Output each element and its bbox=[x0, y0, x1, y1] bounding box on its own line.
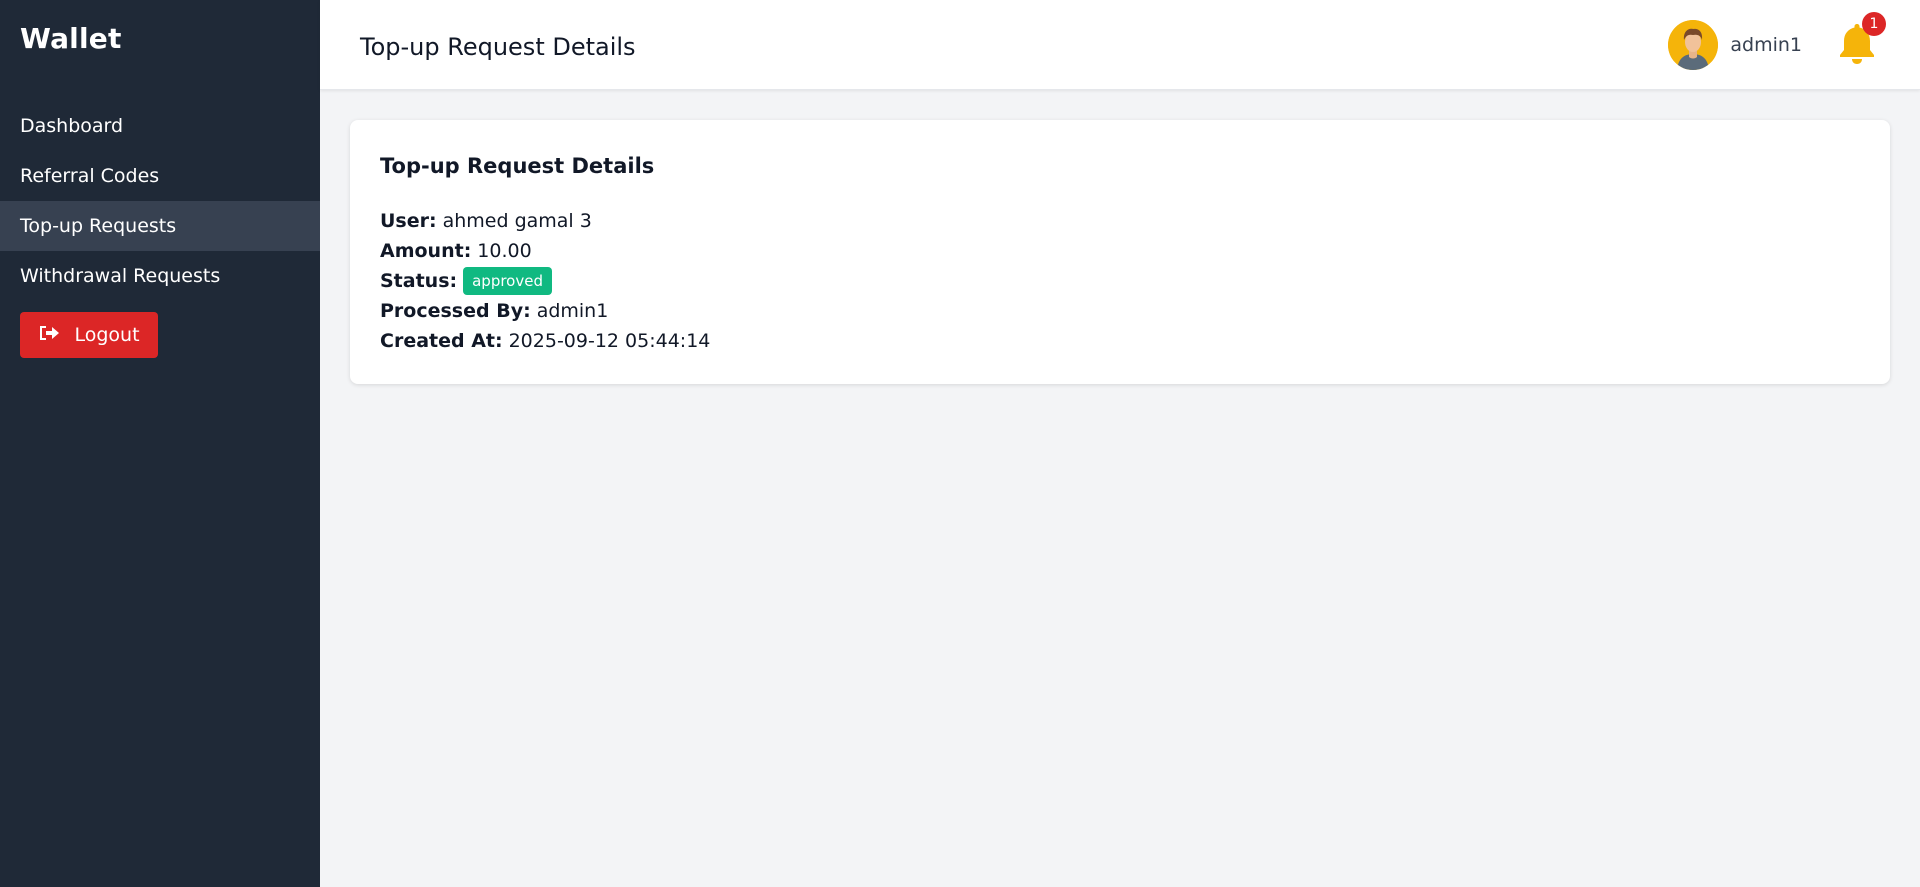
field-created-at: Created At: 2025-09-12 05:44:14 bbox=[380, 326, 1860, 356]
status-badge: approved bbox=[463, 267, 552, 295]
field-processed-by: Processed By: admin1 bbox=[380, 296, 1860, 326]
notification-count-badge: 1 bbox=[1862, 12, 1886, 36]
sidebar-item-referral-codes[interactable]: Referral Codes bbox=[0, 151, 320, 201]
brand-logo[interactable]: Wallet bbox=[20, 22, 122, 55]
field-user: User: ahmed gamal 3 bbox=[380, 206, 1860, 236]
user-menu[interactable]: admin1 bbox=[1668, 20, 1802, 70]
sidebar-nav: Dashboard Referral Codes Top-up Requests… bbox=[0, 101, 320, 301]
field-value: ahmed gamal 3 bbox=[442, 210, 592, 232]
field-label: User: bbox=[380, 210, 437, 232]
field-status: Status: approved bbox=[380, 266, 1860, 296]
field-label: Amount: bbox=[380, 240, 472, 262]
logout-button[interactable]: Logout bbox=[20, 312, 158, 358]
sidebar-item-top-up-requests[interactable]: Top-up Requests bbox=[0, 201, 320, 251]
top-bar: Top-up Request Details admin1 1 bbox=[320, 0, 1920, 90]
request-details-card: Top-up Request Details User: ahmed gamal… bbox=[350, 120, 1890, 384]
field-value: 2025-09-12 05:44:14 bbox=[508, 330, 711, 352]
field-label: Processed By: bbox=[380, 300, 531, 322]
field-value: 10.00 bbox=[477, 240, 532, 262]
username[interactable]: admin1 bbox=[1730, 34, 1802, 56]
sidebar-item-dashboard[interactable]: Dashboard bbox=[0, 101, 320, 151]
field-value: admin1 bbox=[536, 300, 609, 322]
page-title: Top-up Request Details bbox=[360, 33, 636, 61]
field-label: Created At: bbox=[380, 330, 503, 352]
logout-label: Logout bbox=[74, 324, 140, 346]
avatar[interactable] bbox=[1668, 20, 1719, 70]
notification-bell[interactable]: 1 bbox=[1834, 12, 1886, 66]
main-content: Top-up Request Details admin1 1 Top-up R… bbox=[320, 0, 1920, 887]
bell-icon bbox=[1834, 24, 1880, 70]
field-amount: Amount: 10.00 bbox=[380, 236, 1860, 266]
sign-out-icon bbox=[38, 324, 60, 347]
card-title: Top-up Request Details bbox=[380, 154, 655, 178]
field-label: Status: bbox=[380, 270, 458, 292]
sidebar: Wallet Dashboard Referral Codes Top-up R… bbox=[0, 0, 320, 887]
sidebar-item-withdrawal-requests[interactable]: Withdrawal Requests bbox=[0, 251, 320, 301]
app: Wallet Dashboard Referral Codes Top-up R… bbox=[0, 0, 1920, 887]
